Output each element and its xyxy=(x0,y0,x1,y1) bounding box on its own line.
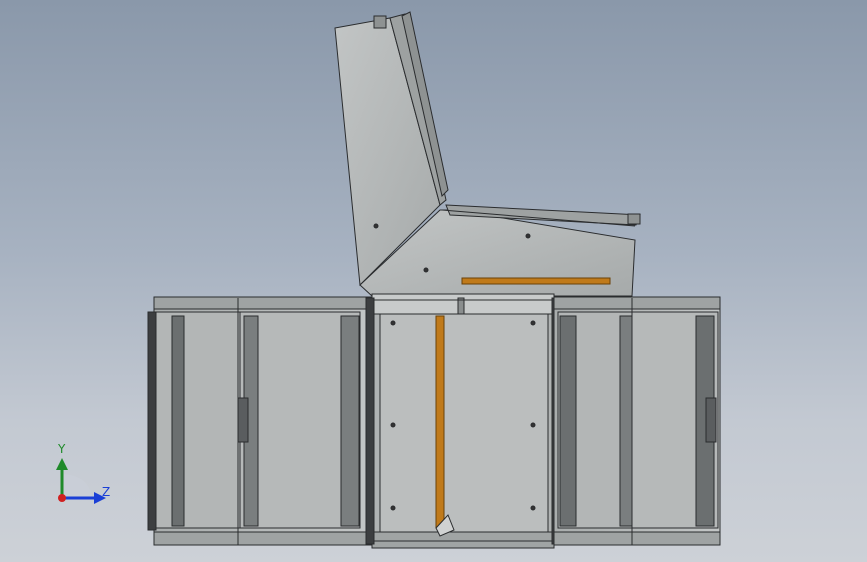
left-doors[interactable] xyxy=(147,296,373,546)
axis-triad: Y Z xyxy=(40,430,130,530)
center-cabinet[interactable] xyxy=(365,293,561,549)
y-axis-label: Y xyxy=(58,442,66,456)
left-handle xyxy=(237,397,249,443)
right-handle xyxy=(705,397,717,443)
triad-graphic xyxy=(56,458,106,504)
z-axis-label: Z xyxy=(102,485,111,499)
left-door-1 xyxy=(149,311,241,529)
mounting-plate xyxy=(379,313,549,533)
x-axis-origin xyxy=(58,494,66,502)
lid-support-bar xyxy=(461,277,611,285)
cad-viewport[interactable]: Y Z xyxy=(0,0,867,562)
open-lid[interactable] xyxy=(334,11,641,297)
right-doors[interactable] xyxy=(553,296,721,546)
vertical-support-bar xyxy=(435,315,445,529)
enclosure-model[interactable] xyxy=(0,0,867,562)
